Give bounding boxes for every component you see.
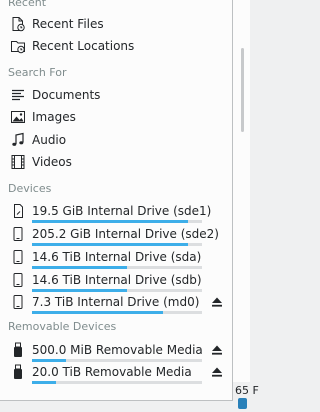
device-label: 205.2 GiB Internal Drive (sde2) xyxy=(32,227,219,241)
images-icon xyxy=(10,109,26,125)
videos-icon xyxy=(10,154,26,170)
usb-drive-icon xyxy=(10,364,26,380)
device-label: 7.3 TiB Internal Drive (md0) xyxy=(32,295,200,309)
drive-icon xyxy=(10,226,26,242)
drive-icon xyxy=(10,249,26,265)
recent-files-icon xyxy=(10,16,26,32)
usb-drive-icon xyxy=(10,342,26,358)
recent-locations-icon xyxy=(10,38,26,54)
place-item-label: Recent Files xyxy=(32,17,104,31)
device-item-sde1[interactable]: 19.5 GiB Internal Drive (sde1) xyxy=(0,200,232,223)
capacity-bar-fill xyxy=(32,311,163,314)
drive-icon xyxy=(10,294,26,310)
place-item-documents[interactable]: Documents xyxy=(0,84,232,107)
place-item-recent-files[interactable]: Recent Files xyxy=(0,13,232,36)
device-item-sda[interactable]: 14.6 TiB Internal Drive (sda) xyxy=(0,246,232,269)
section-header-removable-devices: Removable Devices xyxy=(8,320,117,333)
section-header-search-for: Search For xyxy=(8,66,67,79)
status-indicator-icon xyxy=(238,398,247,409)
audio-icon xyxy=(10,132,26,148)
capacity-bar xyxy=(32,381,202,384)
place-item-label: Audio xyxy=(32,133,67,147)
place-item-recent-locations[interactable]: Recent Locations xyxy=(0,35,232,58)
eject-icon[interactable] xyxy=(211,366,223,378)
capacity-bar-fill xyxy=(32,381,56,384)
device-item-md0[interactable]: 7.3 TiB Internal Drive (md0) xyxy=(0,291,232,314)
scrollbar-handle[interactable] xyxy=(241,48,244,132)
place-item-label: Videos xyxy=(32,155,72,169)
eject-icon[interactable] xyxy=(211,296,223,308)
capacity-bar xyxy=(32,311,202,314)
place-item-audio[interactable]: Audio xyxy=(0,129,232,152)
place-item-label: Documents xyxy=(32,88,101,102)
device-label: 19.5 GiB Internal Drive (sde1) xyxy=(32,204,212,218)
device-label: 14.6 TiB Internal Drive (sdb) xyxy=(32,273,202,287)
documents-icon xyxy=(10,87,26,103)
device-item-sdb[interactable]: 14.6 TiB Internal Drive (sdb) xyxy=(0,269,232,292)
device-label: 14.6 TiB Internal Drive (sda) xyxy=(32,250,202,264)
device-label: 500.0 MiB Removable Media xyxy=(32,343,203,357)
status-bar-text: 65 F xyxy=(235,384,259,397)
device-item-sde2[interactable]: 205.2 GiB Internal Drive (sde2) xyxy=(0,223,232,246)
place-item-label: Images xyxy=(32,110,76,124)
place-item-label: Recent Locations xyxy=(32,39,135,53)
section-header-devices: Devices xyxy=(8,182,52,195)
place-item-videos[interactable]: Videos xyxy=(0,151,232,174)
eject-icon[interactable] xyxy=(211,344,223,356)
places-panel: Recent Recent Files Recent Locations Sea… xyxy=(0,0,233,401)
device-label: 20.0 TiB Removable Media xyxy=(32,365,192,379)
device-item-removable-500mib[interactable]: 500.0 MiB Removable Media xyxy=(0,339,232,362)
sd-card-icon xyxy=(10,203,26,219)
device-item-removable-20tib[interactable]: 20.0 TiB Removable Media xyxy=(0,361,232,384)
place-item-images[interactable]: Images xyxy=(0,106,232,129)
section-header-recent: Recent xyxy=(8,0,47,9)
drive-icon xyxy=(10,272,26,288)
